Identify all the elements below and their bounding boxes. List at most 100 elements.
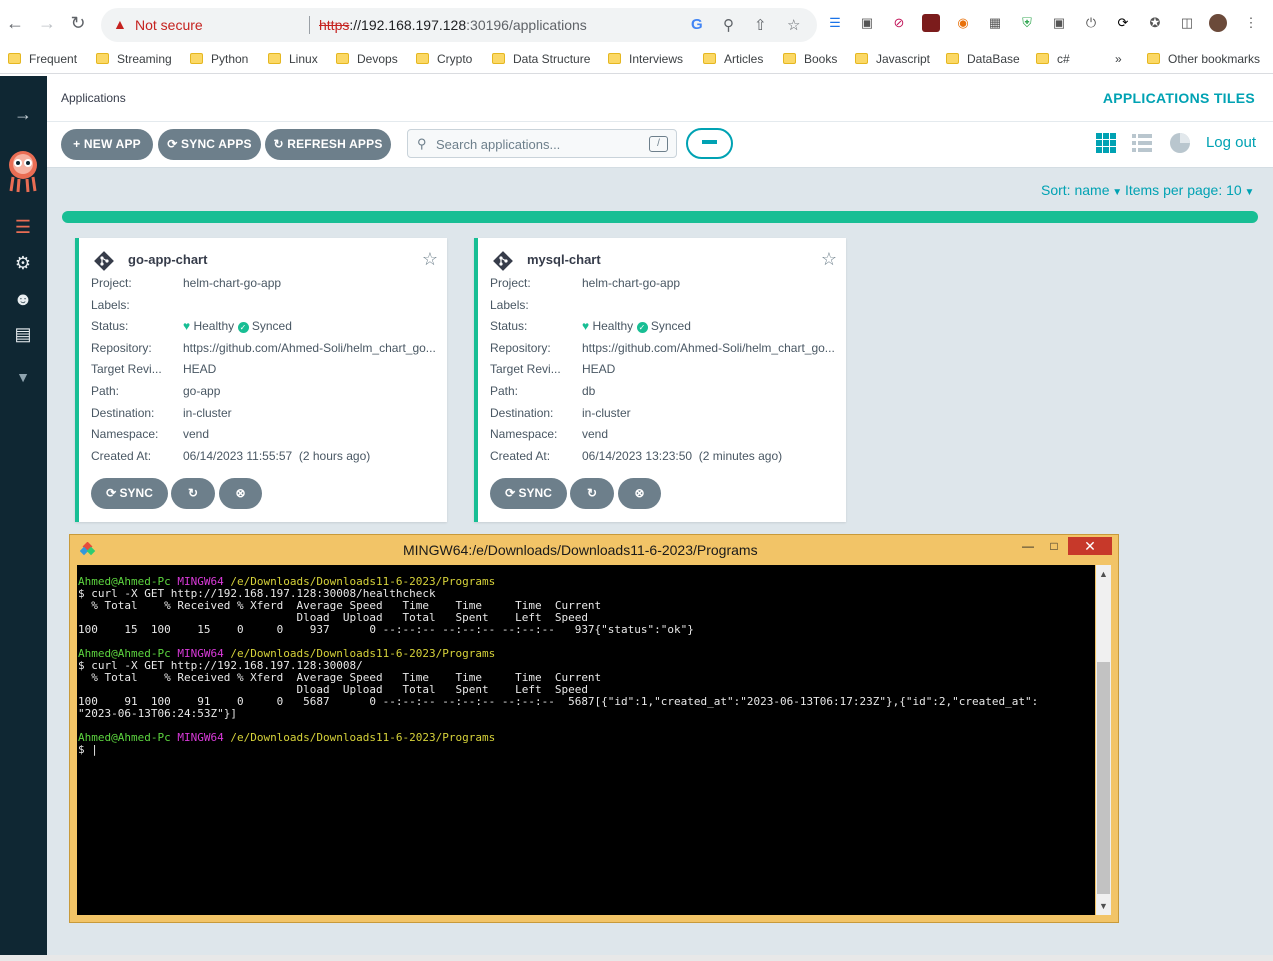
expand-arrow-icon[interactable]: → <box>10 101 36 127</box>
menu-icon[interactable]: ⋮ <box>1242 14 1260 32</box>
sort-dropdown[interactable]: Sort: name <box>1041 182 1109 198</box>
bookmark-folder[interactable]: Python <box>190 48 248 70</box>
user-info-icon[interactable]: ☻ <box>10 286 36 312</box>
field-key: Labels: <box>490 298 529 312</box>
favorite-star-icon[interactable]: ☆ <box>422 249 438 270</box>
input-prompt[interactable]: $ | <box>78 744 1095 756</box>
bookmark-folder[interactable]: Streaming <box>96 48 172 70</box>
filter-toggle-button[interactable] <box>686 128 733 159</box>
nav-sidebar: → ☰ ⚙ ☻ ▤ ▼ <box>0 76 47 961</box>
argo-logo[interactable] <box>5 149 41 193</box>
breadcrumb[interactable]: Applications <box>61 91 126 105</box>
caret-down-icon: ▼ <box>1241 187 1255 198</box>
address-bar[interactable]: ▲ Not secure https://192.168.197.128:301… <box>101 8 817 42</box>
extension-icon-1[interactable]: ☰ <box>826 14 844 32</box>
bookmark-folder[interactable]: Devops <box>336 48 398 70</box>
scroll-up-icon[interactable]: ▲ <box>1096 567 1111 581</box>
terminal-output[interactable]: Ahmed@Ahmed-Pc MINGW64 /e/Downloads/Down… <box>77 565 1095 915</box>
other-bookmarks-folder[interactable]: Other bookmarks <box>1147 48 1260 70</box>
filter-icon[interactable]: ▼ <box>10 364 36 390</box>
bookmark-folder[interactable]: DataBase <box>946 48 1020 70</box>
url-path: :30196/applications <box>466 17 587 33</box>
bookmark-folder[interactable]: Interviews <box>608 48 683 70</box>
profile-avatar[interactable] <box>1209 14 1227 32</box>
app-tile[interactable]: mysql-chart ☆ Project: helm-chart-go-app … <box>474 238 846 522</box>
picture-in-picture-icon[interactable]: ▣ <box>858 14 876 32</box>
terminal-scrollbar[interactable]: ▲ ▼ <box>1096 565 1111 915</box>
extension-icon-3[interactable]: ◉ <box>954 14 972 32</box>
per-page-dropdown[interactable]: Items per page: 10 <box>1125 182 1242 198</box>
scrollbar-thumb[interactable] <box>1097 662 1110 894</box>
bookmark-folder[interactable]: Frequent <box>8 48 77 70</box>
synced-check-icon: ✓ <box>636 322 648 333</box>
scroll-down-icon[interactable]: ▼ <box>1096 899 1111 913</box>
sync-extension-icon[interactable]: ⟳ <box>1114 14 1132 32</box>
field-value: https://github.com/Ahmed-Soli/helm_chart… <box>183 341 436 355</box>
bookmark-folder[interactable]: Linux <box>268 48 318 70</box>
folder-icon <box>336 53 349 64</box>
maximize-button[interactable]: □ <box>1043 537 1065 555</box>
app-tile[interactable]: go-app-chart ☆ Project: helm-chart-go-app… <box>75 238 447 522</box>
back-icon[interactable]: ← <box>4 12 26 34</box>
field-path: Path: db <box>490 384 840 402</box>
security-label[interactable]: Not secure <box>135 17 203 33</box>
bookmark-folder[interactable]: c# <box>1036 48 1070 70</box>
field-key: Repository: <box>490 341 551 355</box>
bookmark-folder[interactable]: Javascript <box>855 48 930 70</box>
sync-button[interactable]: ⟳ SYNC <box>490 478 567 509</box>
reload-icon[interactable]: ↻ <box>67 12 89 34</box>
refresh-button[interactable]: ↻ <box>171 478 215 509</box>
zoom-icon[interactable]: ⚲ <box>723 16 734 34</box>
synced-check-icon: ✓ <box>237 322 249 333</box>
sidepanel-icon[interactable]: ◫ <box>1178 14 1196 32</box>
block-icon[interactable]: ⊘ <box>890 14 908 32</box>
status-value: ♥ Healthy ✓ Synced <box>183 319 292 333</box>
app-name[interactable]: mysql-chart <box>527 252 601 267</box>
settings-icon[interactable]: ⚙ <box>10 250 36 276</box>
puzzle-icon[interactable]: ✪ <box>1146 14 1164 32</box>
close-button[interactable]: ✕ <box>1068 537 1112 555</box>
logout-link[interactable]: Log out <box>1206 134 1256 151</box>
minimize-button[interactable]: — <box>1018 537 1038 555</box>
field-key: Repository: <box>91 341 152 355</box>
prompt-shell: MINGW64 <box>177 731 224 744</box>
field-value: go-app <box>183 384 221 398</box>
field-value: HEAD <box>582 362 616 376</box>
bookmark-folder[interactable]: Data Structure <box>492 48 590 70</box>
url-text[interactable]: https://192.168.197.128:30196/applicatio… <box>319 17 587 33</box>
shield-icon[interactable]: ⛨ <box>1018 14 1036 32</box>
new-app-button[interactable]: + NEW APP <box>61 129 153 160</box>
extension-icon-2[interactable] <box>922 14 940 32</box>
search-input[interactable]: ⚲ Search applications... / <box>407 129 677 158</box>
app-name[interactable]: go-app-chart <box>128 252 207 267</box>
refresh-button[interactable]: ↻ <box>570 478 614 509</box>
forward-icon[interactable]: → <box>36 12 58 34</box>
folder-icon <box>416 53 429 64</box>
share-icon[interactable]: ⇧ <box>754 16 767 34</box>
terminal-window[interactable]: MINGW64:/e/Downloads/Downloads11-6-2023/… <box>69 534 1119 923</box>
sync-button[interactable]: ⟳ SYNC <box>91 478 168 509</box>
summary-view-icon[interactable] <box>1169 132 1191 154</box>
field-key: Status: <box>91 319 129 333</box>
list-view-icon[interactable] <box>1131 132 1153 154</box>
bookmark-folder[interactable]: Books <box>783 48 837 70</box>
bookmark-folder[interactable]: Crypto <box>416 48 472 70</box>
folder-icon <box>608 53 621 64</box>
tiles-view-icon[interactable] <box>1095 132 1117 154</box>
sync-apps-button[interactable]: ⟳ SYNC APPS <box>158 129 261 160</box>
camera-icon[interactable]: ▣ <box>1050 14 1068 32</box>
delete-button[interactable]: ⊗ <box>618 478 661 509</box>
power-icon[interactable]: ⏻ <box>1082 14 1100 32</box>
bookmark-folder[interactable]: Articles <box>703 48 763 70</box>
terminal-titlebar[interactable]: MINGW64:/e/Downloads/Downloads11-6-2023/… <box>70 535 1118 565</box>
google-icon[interactable]: G <box>691 16 703 33</box>
favorite-star-icon[interactable]: ☆ <box>821 249 837 270</box>
more-bookmarks-button[interactable]: » <box>1115 48 1122 70</box>
docs-icon[interactable]: ▤ <box>10 321 36 347</box>
applications-icon[interactable]: ☰ <box>10 214 36 240</box>
refresh-apps-button[interactable]: ↻ REFRESH APPS <box>265 129 391 160</box>
curl-output: "2023-06-13T06:24:53Z"}] <box>78 707 237 720</box>
delete-button[interactable]: ⊗ <box>219 478 262 509</box>
bookmark-star-icon[interactable]: ☆ <box>787 16 800 34</box>
qr-icon[interactable]: ▦ <box>986 14 1004 32</box>
